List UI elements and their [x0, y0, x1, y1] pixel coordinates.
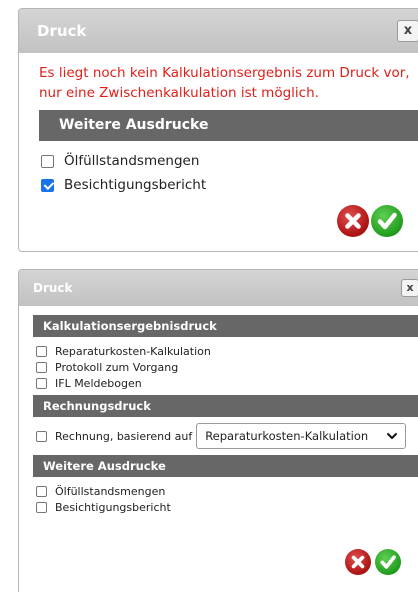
oelfuellstandsmengen-checkbox[interactable]	[41, 154, 54, 168]
checkbox-label: Rechnung, basierend auf	[55, 429, 193, 443]
rechnung-basis-select[interactable]: Reparaturkosten-Kalkulation	[196, 423, 407, 449]
section-weitere-ausdrucke: Weitere Ausdrucke	[33, 455, 418, 477]
checkbox-label: Reparaturkosten-Kalkulation	[55, 344, 211, 358]
warning-text: Es liegt noch kein Kalkulationsergebnis …	[19, 53, 418, 103]
checkbox-label: Ölfüllstandsmengen	[64, 153, 200, 169]
warning-line-2: nur eine Zwischenkalkulation ist möglich…	[39, 85, 319, 101]
confirm-check-icon	[377, 212, 397, 230]
checkbox-label: Ölfüllstandsmengen	[55, 484, 166, 498]
print-dialog-1: Druck x Es liegt noch kein Kalkulationse…	[18, 8, 418, 252]
oelfuellstandsmengen-checkbox[interactable]	[36, 485, 47, 497]
checkbox-row-protokoll[interactable]: Protokoll zum Vorgang	[19, 359, 418, 375]
rechnung-checkbox[interactable]	[36, 430, 47, 442]
section-rechnungsdruck: Rechnungsdruck	[33, 395, 418, 417]
dialog-title: Druck	[33, 281, 73, 295]
checkbox-row-besichtigungsbericht[interactable]: Besichtigungsbericht	[19, 173, 418, 197]
checkbox-label: IFL Meldebogen	[55, 376, 142, 390]
checkbox-label: Besichtigungsbericht	[64, 177, 207, 193]
ok-button[interactable]	[371, 205, 403, 237]
checkbox-row-reparaturkosten-kalkulation[interactable]: Reparaturkosten-Kalkulation	[19, 343, 418, 359]
confirm-check-icon	[380, 555, 396, 569]
ifl-meldebogen-checkbox[interactable]	[36, 377, 47, 389]
checkbox-label: Protokoll zum Vorgang	[55, 360, 179, 374]
checkbox-label: Besichtigungsbericht	[55, 500, 171, 514]
dialog-titlebar: Druck x	[19, 270, 418, 306]
besichtigungsbericht-checkbox[interactable]	[36, 501, 47, 513]
checkbox-row-besichtigungsbericht[interactable]: Besichtigungsbericht	[19, 499, 418, 515]
cancel-button[interactable]	[337, 205, 369, 237]
close-button[interactable]: x	[397, 20, 418, 42]
dialog-titlebar: Druck x	[19, 9, 418, 53]
checkbox-row-oelfuellstandsmengen[interactable]: Ölfüllstandsmengen	[19, 149, 418, 173]
chevron-down-icon	[387, 433, 398, 439]
cancel-x-icon	[345, 213, 361, 229]
dialog-title: Druck	[37, 22, 87, 40]
warning-line-1: Es liegt noch kein Kalkulationsergebnis …	[39, 65, 410, 81]
section-weitere-ausdrucke: Weitere Ausdrucke	[39, 110, 418, 141]
checkbox-row-oelfuellstandsmengen[interactable]: Ölfüllstandsmengen	[19, 483, 418, 499]
cancel-x-icon	[351, 555, 365, 569]
close-button[interactable]: x	[401, 279, 418, 297]
ok-button[interactable]	[375, 549, 401, 575]
print-dialog-2: Druck x Kalkulationsergebnisdruck Repara…	[18, 269, 418, 592]
reparaturkosten-kalkulation-checkbox[interactable]	[36, 345, 47, 357]
checkbox-row-ifl-meldebogen[interactable]: IFL Meldebogen	[19, 375, 418, 391]
checkbox-row-rechnung[interactable]: Rechnung, basierend auf Reparaturkosten-…	[19, 423, 418, 449]
section-kalkulationsergebnisdruck: Kalkulationsergebnisdruck	[33, 315, 418, 337]
besichtigungsbericht-checkbox[interactable]	[41, 178, 54, 192]
select-value: Reparaturkosten-Kalkulation	[205, 429, 369, 443]
cancel-button[interactable]	[345, 549, 371, 575]
protokoll-checkbox[interactable]	[36, 361, 47, 373]
